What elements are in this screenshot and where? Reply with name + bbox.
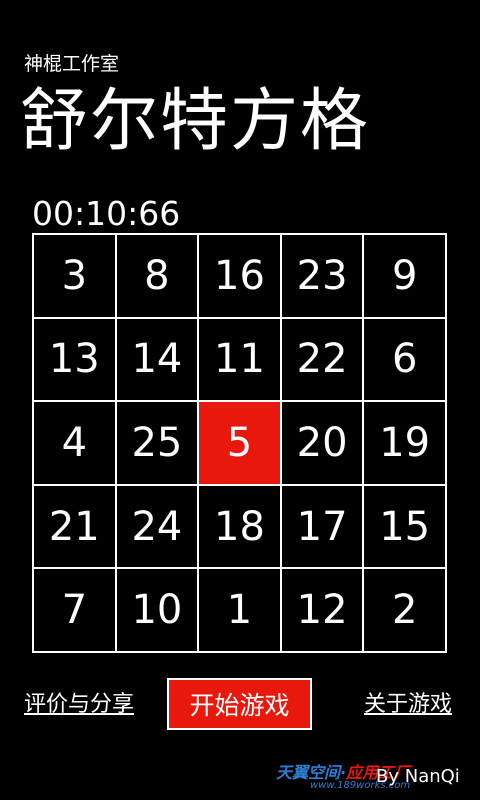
grid-cell[interactable]: 12 <box>281 569 365 653</box>
grid-cell[interactable]: 7 <box>34 569 117 653</box>
grid-cell[interactable]: 2 <box>364 569 447 653</box>
grid-cell[interactable]: 22 <box>281 318 365 403</box>
schulte-grid: 3 8 16 23 9 13 14 11 22 6 4 25 5 20 19 2… <box>32 233 447 653</box>
timer-display: 00:10:66 <box>32 194 181 233</box>
grid-cell[interactable]: 4 <box>34 402 117 486</box>
grid-cell[interactable]: 15 <box>364 485 447 570</box>
grid-cell[interactable]: 21 <box>34 485 117 570</box>
grid-cell[interactable]: 3 <box>34 235 117 319</box>
grid-cell[interactable]: 16 <box>199 235 282 319</box>
grid-cell-highlighted[interactable]: 5 <box>199 402 282 486</box>
grid-cell[interactable]: 17 <box>281 485 365 570</box>
about-game-link[interactable]: 关于游戏 <box>364 692 452 718</box>
grid-cell[interactable]: 11 <box>199 318 282 403</box>
grid-cell[interactable]: 20 <box>281 402 365 486</box>
grid-cell[interactable]: 13 <box>34 318 117 403</box>
grid-cell[interactable]: 10 <box>116 569 200 653</box>
page-title: 舒尔特方格 <box>20 82 371 161</box>
author-credit: By NanQi <box>376 766 460 787</box>
grid-cell[interactable]: 6 <box>364 318 447 403</box>
grid-cell[interactable]: 23 <box>281 235 365 319</box>
grid-cell[interactable]: 9 <box>364 235 447 319</box>
grid-cell[interactable]: 24 <box>116 485 200 570</box>
start-game-button[interactable]: 开始游戏 <box>167 678 312 730</box>
rate-share-link[interactable]: 评价与分享 <box>24 692 134 718</box>
grid-cell[interactable]: 19 <box>364 402 447 486</box>
grid-cell[interactable]: 1 <box>199 569 282 653</box>
grid-cell[interactable]: 8 <box>116 235 200 319</box>
studio-name: 神棍工作室 <box>24 53 120 75</box>
grid-cell[interactable]: 14 <box>116 318 200 403</box>
grid-cell[interactable]: 25 <box>116 402 200 486</box>
grid-cell[interactable]: 18 <box>199 485 282 570</box>
